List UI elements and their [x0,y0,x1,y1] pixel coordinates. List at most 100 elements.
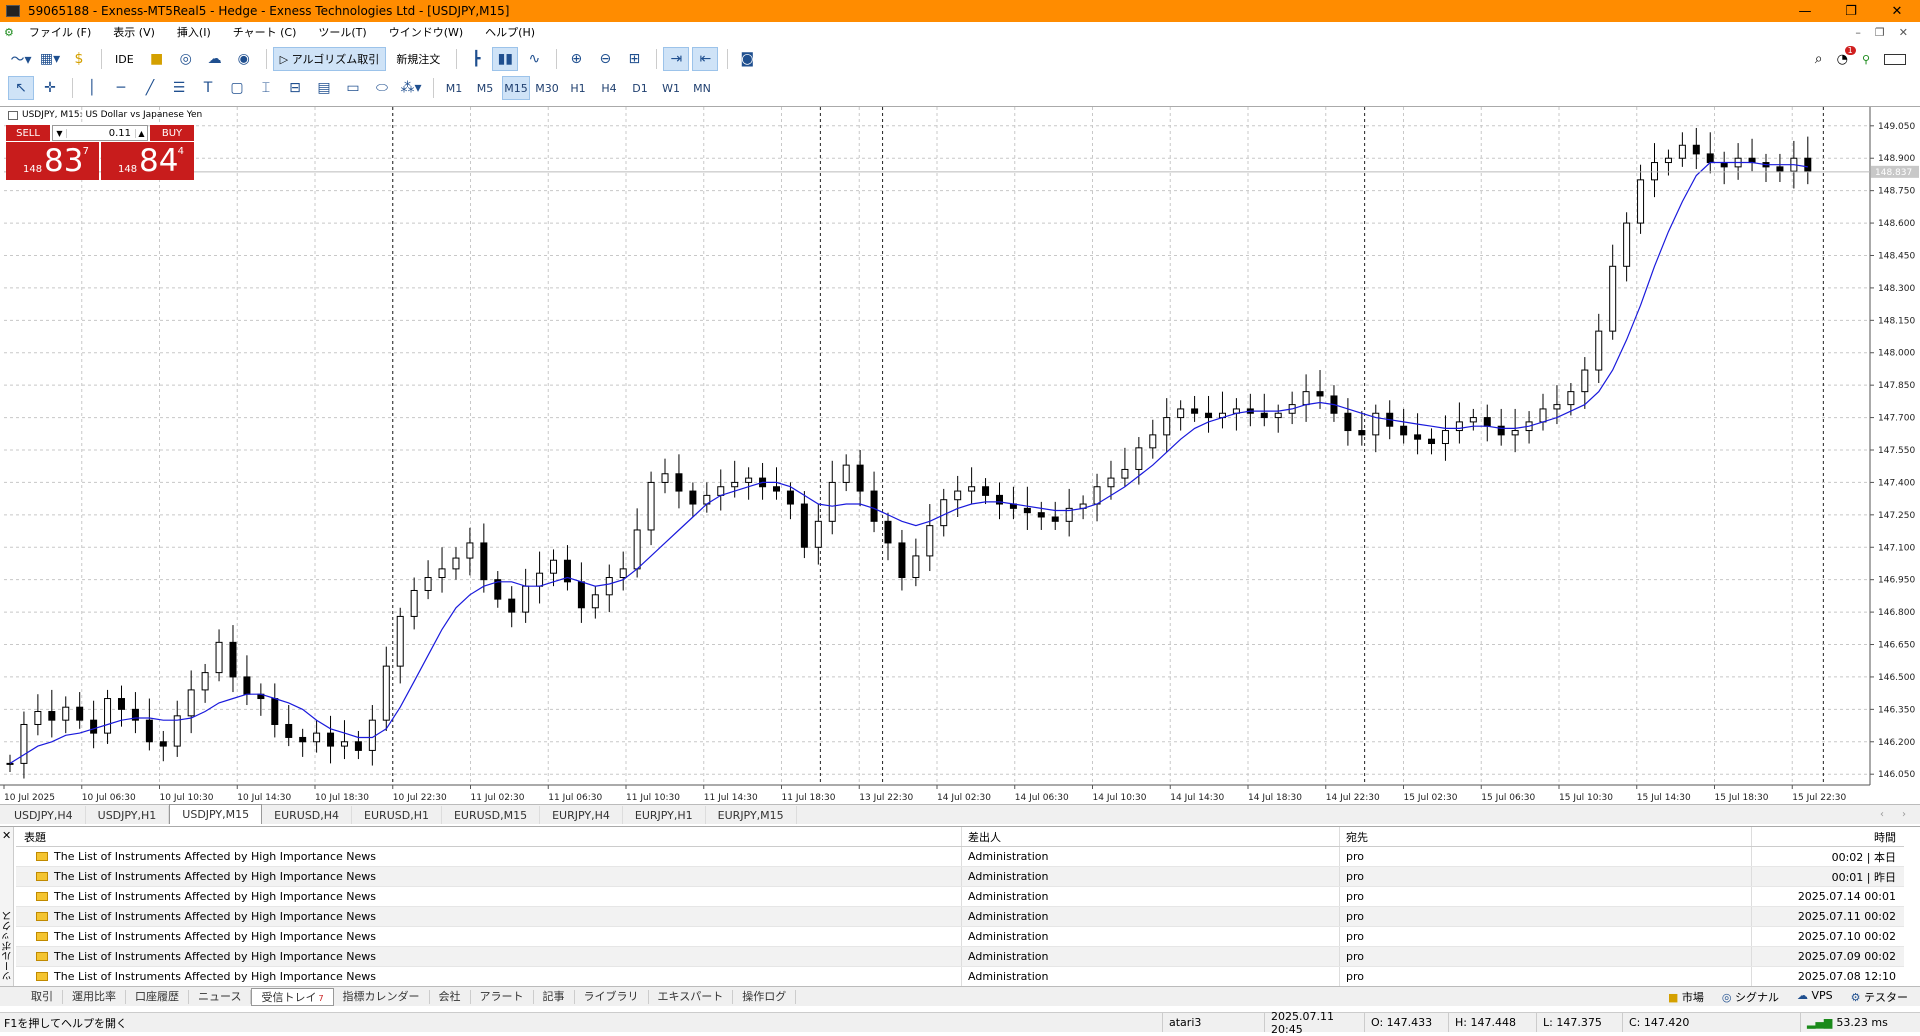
trendline-icon[interactable]: ╱ [137,76,163,100]
inbox-row[interactable]: The List of Instruments Affected by High… [16,947,1904,967]
lot-spinner-icon[interactable]: ▲ [135,128,147,138]
line-chart-icon[interactable]: ∿ [521,47,547,71]
tf-h4[interactable]: H4 [595,76,623,100]
chart-tab-usdjpy-m15[interactable]: USDJPY,M15 [169,804,263,824]
mdi-minimize-button[interactable]: – [1855,26,1861,39]
market-watch-icon[interactable]: $ [66,47,92,71]
btab-experts[interactable]: エキスパート [649,989,734,1004]
tf-h1[interactable]: H1 [564,76,592,100]
account-icon[interactable]: ⚲ [1862,53,1870,66]
shapes-icon[interactable]: ▢ [224,76,250,100]
ok-icon[interactable]: ▭ [340,76,366,100]
inbox-row[interactable]: The List of Instruments Affected by High… [16,867,1904,887]
btab-alerts[interactable]: アラート [471,989,534,1004]
chart-type-icon[interactable]: 〜▾ [8,47,34,71]
channel-icon[interactable]: ☰ [166,76,192,100]
inbox-row[interactable]: The List of Instruments Affected by High… [16,887,1904,907]
price-chart[interactable]: 149.050 148.900 148.750 148.600 148.450 148.3… [0,106,1920,804]
tester-button[interactable]: ⚙ テスター [1851,989,1908,1005]
menu-tools[interactable]: ツール(T) [307,24,377,40]
sell-price-box[interactable]: 148 83 7 [6,142,99,180]
header-to[interactable]: 宛先 [1340,827,1752,846]
tf-m5[interactable]: M5 [471,76,499,100]
btab-news[interactable]: ニュース [189,989,252,1004]
chart-canvas[interactable]: 149.050 148.900 148.750 148.600 148.450 148.3… [0,107,1920,805]
indicator-icon[interactable]: ▤ [311,76,337,100]
lot-size-input[interactable]: ▼ 0.11 ▲ [52,125,148,141]
horizontal-line-icon[interactable]: ─ [108,76,134,100]
btab-inbox[interactable]: 受信トレイ 7 [251,987,334,1006]
chart-tab-usdjpy-h1[interactable]: USDJPY,H1 [86,806,170,824]
header-time[interactable]: 時間 [1752,829,1904,845]
mdi-close-button[interactable]: ✕ [1899,26,1908,39]
cursor-icon[interactable]: ↖ [8,76,34,100]
bar-chart-icon[interactable]: ┣ [463,47,489,71]
text-label-icon[interactable]: ⌶ [253,76,279,100]
crosshair-icon[interactable]: ✛ [37,76,63,100]
btab-library[interactable]: ライブラリ [575,989,649,1004]
header-from[interactable]: 差出人 [962,827,1340,846]
maximize-button[interactable]: ❐ [1828,4,1874,19]
vertical-line-icon[interactable]: │ [79,76,105,100]
inbox-row[interactable]: The List of Instruments Affected by High… [16,967,1904,987]
chart-tab-eurusd-h4[interactable]: EURUSD,H4 [262,806,353,824]
chart-tab-eurusd-h1[interactable]: EURUSD,H1 [352,806,442,824]
zoom-in-icon[interactable]: ⊕ [563,47,589,71]
chart-tab-eurjpy-h4[interactable]: EURJPY,H4 [540,806,623,824]
minimize-button[interactable]: — [1782,4,1828,19]
tf-d1[interactable]: D1 [626,76,654,100]
fibonacci-icon[interactable]: ⊟ [282,76,308,100]
menu-chart[interactable]: チャート (C) [222,24,308,40]
btab-trade[interactable]: 取引 [22,989,63,1004]
tf-m15[interactable]: M15 [502,76,530,100]
market-button[interactable]: ■ 市場 [1668,989,1704,1005]
menu-file[interactable]: ファイル (F) [18,24,102,40]
btab-history[interactable]: 口座履歴 [126,989,189,1004]
tf-m30[interactable]: M30 [533,76,561,100]
toolbox-close-icon[interactable]: ✕ [2,829,11,842]
menu-view[interactable]: 表示 (V) [102,24,166,40]
objects-icon[interactable]: ⬭ [369,76,395,100]
btab-exposure[interactable]: 運用比率 [63,989,126,1004]
signal-icon[interactable]: ◎ [173,47,199,71]
lot-dropdown-icon[interactable]: ▼ [53,128,67,138]
mdi-restore-button[interactable]: ❐ [1875,26,1885,39]
btab-journal[interactable]: 操作ログ [733,989,797,1004]
menu-insert[interactable]: 挿入(I) [166,24,222,40]
tf-w1[interactable]: W1 [657,76,685,100]
grid-icon[interactable]: ⊞ [621,47,647,71]
btab-articles[interactable]: 記事 [534,989,575,1004]
chart-tab-eurusd-m15[interactable]: EURUSD,M15 [442,806,541,824]
buy-price-box[interactable]: 148 84 4 [101,142,194,180]
btab-calendar[interactable]: 指標カレンダー [334,989,430,1004]
tf-mn[interactable]: MN [688,76,716,100]
tab-scroll-right-icon[interactable]: › [1902,809,1906,820]
status-profile[interactable]: atari3 [1162,1013,1264,1032]
vps-button[interactable]: ☁ VPS [1797,989,1833,1005]
chart-shift-icon[interactable]: ⇤ [692,47,719,71]
menu-window[interactable]: ウインドウ(W) [378,24,474,40]
btab-company[interactable]: 会社 [430,989,471,1004]
inbox-row[interactable]: The List of Instruments Affected by High… [16,847,1904,867]
inbox-row[interactable]: The List of Instruments Affected by High… [16,907,1904,927]
menu-help[interactable]: ヘルプ(H) [474,24,546,40]
briefcase-icon[interactable]: ■ [144,47,170,71]
new-order-button[interactable]: 新規注文 [389,47,447,71]
chart-tab-usdjpy-h4[interactable]: USDJPY,H4 [2,806,86,824]
autoscroll-icon[interactable]: ⇥ [663,47,690,71]
templates-icon[interactable]: ▦▾ [37,47,63,71]
sell-button[interactable]: SELL [6,125,50,141]
tab-scroll-left-icon[interactable]: ‹ [1880,809,1884,820]
tf-m1[interactable]: M1 [440,76,468,100]
close-button[interactable]: ✕ [1874,4,1920,19]
vps-icon[interactable]: ◉ [231,47,257,71]
inbox-row[interactable]: The List of Instruments Affected by High… [16,927,1904,947]
cloud-icon[interactable]: ☁ [202,47,228,71]
search-icon[interactable]: ⌕ [1815,51,1823,67]
signals-button[interactable]: ◎ シグナル [1722,989,1779,1005]
lot-value[interactable]: 0.11 [67,128,135,139]
buy-button[interactable]: BUY [150,125,194,141]
header-subject[interactable]: 表題 [16,827,962,846]
zoom-out-icon[interactable]: ⊖ [592,47,618,71]
ide-button[interactable]: IDE [108,47,141,71]
